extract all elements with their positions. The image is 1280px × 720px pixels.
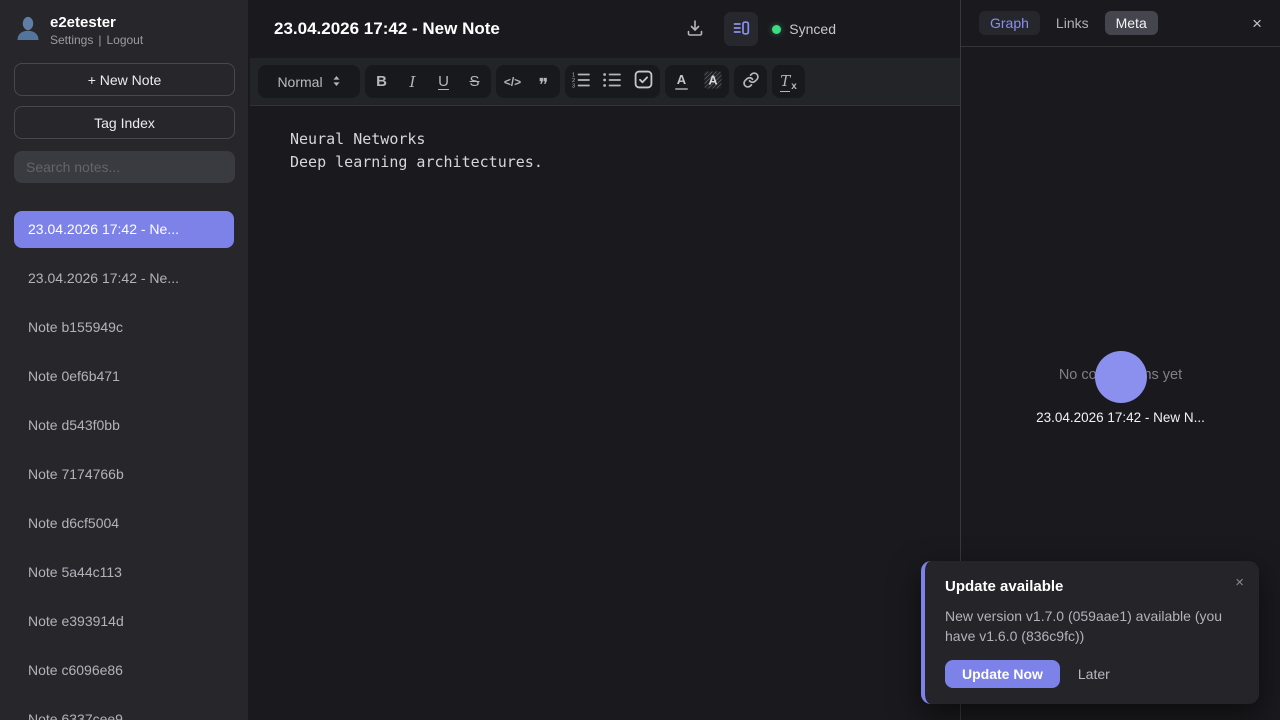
svg-text:3: 3	[572, 83, 575, 87]
italic-button[interactable]: I	[397, 66, 428, 97]
note-list-item[interactable]: Note d6cf5004	[14, 505, 234, 542]
side-panel-icon	[731, 18, 751, 41]
new-note-button[interactable]: + New Note	[14, 63, 235, 96]
sync-status: Synced	[772, 21, 836, 37]
note-list-item[interactable]: Note 7174766b	[14, 456, 234, 493]
bold-button[interactable]: B	[366, 66, 397, 97]
user-links-divider: |	[98, 33, 101, 47]
bullet-list-icon	[603, 72, 622, 92]
block-format-value: Normal	[277, 74, 322, 90]
toggle-side-panel-button[interactable]	[724, 12, 758, 46]
side-panel-header: Graph Links Meta ×	[961, 0, 1280, 47]
main-area: 23.04.2026 17:42 - New Note Synced	[250, 0, 960, 720]
update-now-button[interactable]: Update Now	[945, 660, 1060, 688]
note-list-item[interactable]: 23.04.2026 17:42 - Ne...	[14, 211, 234, 248]
text-color-icon: A	[675, 73, 688, 90]
settings-link[interactable]: Settings	[50, 33, 93, 47]
graph-node[interactable]	[1095, 351, 1147, 403]
sync-status-dot	[772, 25, 781, 34]
later-button[interactable]: Later	[1078, 666, 1110, 682]
note-editor[interactable]: Neural Networks Deep learning architectu…	[250, 106, 960, 720]
highlight-icon: A	[704, 71, 722, 93]
graph-node-label: 23.04.2026 17:42 - New N...	[961, 410, 1280, 425]
note-list: 23.04.2026 17:42 - Ne... 23.04.2026 17:4…	[14, 211, 234, 720]
note-title: 23.04.2026 17:42 - New Note	[274, 19, 500, 39]
ordered-list-icon: 1 2 3	[572, 72, 591, 92]
text-color-button[interactable]: A	[666, 66, 697, 97]
blockquote-button[interactable]: ❞	[528, 66, 559, 97]
note-list-item[interactable]: 23.04.2026 17:42 - Ne...	[14, 260, 234, 297]
editor-line: Neural Networks	[290, 128, 920, 151]
tag-index-button[interactable]: Tag Index	[14, 106, 235, 139]
toast-close-icon[interactable]: ×	[1235, 575, 1244, 590]
note-list-item[interactable]: Note b155949c	[14, 309, 234, 346]
editor-line: Deep learning architectures.	[290, 151, 920, 174]
close-panel-button[interactable]: ×	[1252, 15, 1262, 32]
editor-toolbar: Normal B I U S </> ❞ 1 2 3	[250, 58, 960, 106]
user-name: e2etester	[50, 14, 143, 31]
update-toast: Update available × New version v1.7.0 (0…	[921, 561, 1259, 704]
tab-meta[interactable]: Meta	[1105, 11, 1158, 35]
main-header: 23.04.2026 17:42 - New Note Synced	[250, 0, 960, 58]
note-list-item[interactable]: Note 6337cee9	[14, 701, 234, 720]
underline-button[interactable]: U	[428, 66, 459, 97]
strikethrough-button[interactable]: S	[459, 66, 490, 97]
highlight-color-button[interactable]: A	[697, 66, 728, 97]
user-profile: e2etester Settings | Logout	[14, 14, 234, 47]
download-button[interactable]	[680, 14, 710, 44]
update-toast-message: New version v1.7.0 (059aae1) available (…	[945, 607, 1239, 646]
sync-status-label: Synced	[789, 21, 836, 37]
update-toast-title: Update available	[945, 578, 1239, 595]
note-list-item[interactable]: Note 0ef6b471	[14, 358, 234, 395]
chevron-updown-icon	[332, 74, 341, 90]
note-list-item[interactable]: Note d543f0bb	[14, 407, 234, 444]
user-avatar-icon	[14, 14, 42, 47]
note-list-item[interactable]: Note c6096e86	[14, 652, 234, 689]
logout-link[interactable]: Logout	[106, 33, 143, 47]
block-format-select[interactable]: Normal	[258, 65, 360, 98]
insert-link-button[interactable]	[735, 66, 766, 97]
code-block-button[interactable]: </>	[497, 66, 528, 97]
svg-text:A: A	[708, 73, 717, 87]
tab-graph[interactable]: Graph	[979, 11, 1040, 35]
checkbox-icon	[634, 70, 653, 93]
checklist-button[interactable]	[628, 66, 659, 97]
note-list-item[interactable]: Note e393914d	[14, 603, 234, 640]
sidebar: e2etester Settings | Logout + New Note T…	[0, 0, 249, 720]
clear-formatting-icon: Tx	[780, 72, 797, 92]
search-notes-input[interactable]	[14, 151, 235, 183]
bullet-list-button[interactable]	[597, 66, 628, 97]
link-icon	[742, 71, 760, 93]
note-list-item[interactable]: Note 5a44c113	[14, 554, 234, 591]
tab-links[interactable]: Links	[1054, 11, 1091, 35]
clear-formatting-button[interactable]: Tx	[773, 66, 804, 97]
ordered-list-button[interactable]: 1 2 3	[566, 66, 597, 97]
download-icon	[685, 18, 705, 41]
